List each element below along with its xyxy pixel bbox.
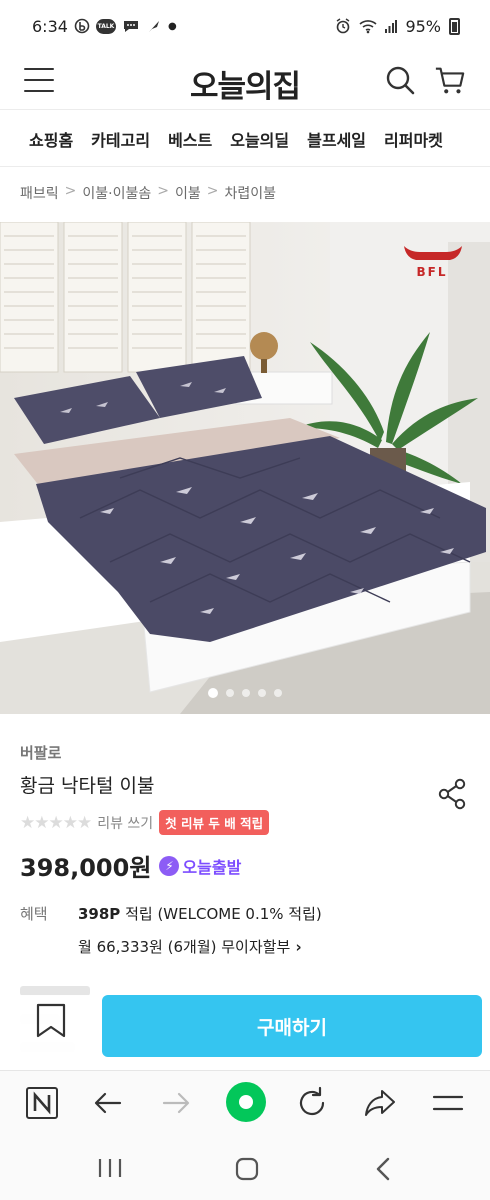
breadcrumb-item[interactable]: 이불 <box>175 183 201 203</box>
status-bar: 6:34 TALK ● 95% <box>0 0 490 52</box>
carousel-dot[interactable] <box>258 689 266 697</box>
battery-icon <box>449 17 460 35</box>
tab-shopping-home[interactable]: 쇼핑홈 <box>29 127 73 151</box>
tab-best[interactable]: 베스트 <box>168 127 212 151</box>
chat-icon <box>122 18 140 34</box>
review-reward-badge: 첫 리뷰 두 배 적립 <box>159 810 270 835</box>
tab-category[interactable]: 카테고리 <box>91 127 150 151</box>
installment-link[interactable]: 월 66,333원 (6개월) 무이자할부 › <box>78 936 302 957</box>
logo[interactable]: 오늘의집 <box>0 61 490 106</box>
more-dot-icon: ● <box>167 20 177 32</box>
bookmark-icon[interactable] <box>34 1003 68 1039</box>
category-nav: 쇼핑홈 카테고리 베스트 오늘의딜 블프세일 리퍼마켓 <box>0 111 490 167</box>
alarm-icon <box>335 18 351 34</box>
product-image-carousel[interactable]: BFL <box>0 222 490 714</box>
carousel-dot[interactable] <box>242 689 250 697</box>
product-price: 398,000원 <box>20 854 152 882</box>
benefit-label: 혜택 <box>20 905 48 923</box>
carousel-dot[interactable] <box>208 688 218 698</box>
recents-icon[interactable] <box>96 1156 124 1180</box>
chevron-right-icon: > <box>206 183 219 199</box>
points-value: 398P <box>78 905 121 923</box>
talk-icon: TALK <box>95 18 116 34</box>
app-header: 오늘의집 <box>0 52 490 110</box>
share-icon[interactable] <box>436 778 468 810</box>
breadcrumb-item[interactable]: 차렵이불 <box>224 183 276 203</box>
status-time: 6:34 <box>32 16 68 36</box>
share-arrow-icon[interactable] <box>362 1085 398 1121</box>
search-icon[interactable] <box>384 64 416 96</box>
forward-arrow-icon[interactable] <box>158 1085 194 1121</box>
points-info: 398P 적립 (WELCOME 0.1% 적립) <box>78 903 322 924</box>
back-arrow-icon[interactable] <box>90 1085 126 1121</box>
delivery-label: 오늘출발 <box>182 857 242 877</box>
rating-row: ★★★★★ 리뷰 쓰기 첫 리뷰 두 배 적립 <box>20 810 270 835</box>
chevron-right-icon: > <box>157 183 169 199</box>
carousel-dot[interactable] <box>274 689 282 697</box>
buy-button[interactable]: 구매하기 <box>102 995 482 1057</box>
system-nav-bar <box>0 1134 490 1200</box>
installment-text: 월 66,333원 (6개월) 무이자할부 <box>78 938 291 956</box>
home-icon[interactable] <box>234 1156 260 1182</box>
refresh-icon[interactable] <box>294 1085 330 1121</box>
breadcrumb-item[interactable]: 패브릭 <box>20 183 59 203</box>
brand-name[interactable]: 버팔로 <box>20 742 61 763</box>
product-title: 황금 낙타털 이불 <box>20 775 155 797</box>
star-rating-icon: ★★★★★ <box>20 812 92 833</box>
feather-icon <box>146 18 162 34</box>
tab-black-friday[interactable]: 블프세일 <box>307 127 366 151</box>
points-text: 적립 (WELCOME 0.1% 적립) <box>120 905 322 923</box>
tab-refurb-market[interactable]: 리퍼마켓 <box>384 127 443 151</box>
buy-bar: 구매하기 <box>0 995 490 1067</box>
chevron-right-icon: › <box>290 938 302 956</box>
bedroom-photo: BFL <box>0 222 490 714</box>
price-row: 398,000원 ⚡ 오늘출발 <box>20 848 241 883</box>
lightning-icon: ⚡ <box>159 855 180 876</box>
carousel-dot[interactable] <box>226 689 234 697</box>
battery-percent: 95% <box>405 16 441 36</box>
menu-lines-icon[interactable] <box>430 1085 466 1121</box>
bfl-logo-text: BFL <box>417 265 448 279</box>
cart-icon[interactable] <box>434 64 466 96</box>
carousel-indicator <box>0 688 490 698</box>
back-icon[interactable] <box>372 1156 396 1182</box>
browser-toolbar <box>0 1070 490 1134</box>
tab-todays-deal[interactable]: 오늘의딜 <box>230 127 289 151</box>
breadcrumb-item[interactable]: 이불·이불솜 <box>82 183 151 203</box>
b-app-icon <box>74 18 90 34</box>
naver-n-icon[interactable] <box>24 1085 60 1121</box>
delivery-badge: ⚡ 오늘출발 <box>159 854 241 878</box>
signal-icon <box>385 19 398 33</box>
wifi-icon <box>359 19 377 34</box>
home-green-icon[interactable] <box>226 1082 266 1122</box>
chevron-right-icon: > <box>64 183 77 199</box>
write-review-link[interactable]: 리뷰 쓰기 <box>97 813 153 833</box>
breadcrumb: 패브릭 > 이불·이불솜 > 이불 > 차렵이불 <box>20 183 276 203</box>
